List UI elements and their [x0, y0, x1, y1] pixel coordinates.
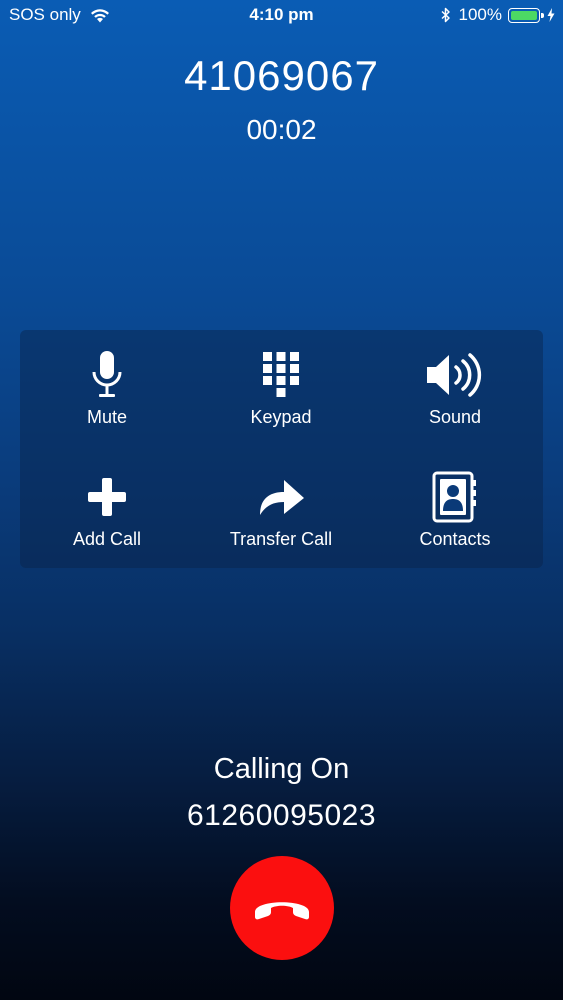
- transfer-call-button[interactable]: Transfer Call: [194, 468, 368, 550]
- battery-percent: 100%: [458, 5, 502, 24]
- battery-cap: [541, 12, 544, 18]
- calling-on-number: 61260095023: [186, 799, 377, 832]
- dialed-number: 41069067: [184, 52, 379, 99]
- contacts-book-icon: [368, 468, 542, 526]
- battery-icon: [508, 7, 544, 23]
- sound-label: Sound: [428, 407, 482, 427]
- mute-label: Mute: [86, 407, 128, 427]
- transfer-call-label: Transfer Call: [229, 529, 333, 549]
- forward-arrow-icon: [194, 468, 368, 526]
- mute-button[interactable]: Mute: [20, 346, 194, 428]
- call-screen: SOS only 4:10 pm 100% 41069067 00:02 Mut…: [0, 0, 563, 1000]
- speaker-icon: [368, 346, 542, 404]
- contacts-label: Contacts: [419, 529, 491, 549]
- end-call-button[interactable]: [230, 856, 334, 960]
- calling-on-label: Calling On: [213, 753, 350, 785]
- sound-button[interactable]: Sound: [368, 346, 542, 428]
- keypad-button[interactable]: Keypad: [194, 346, 368, 428]
- add-call-label: Add Call: [72, 529, 142, 549]
- status-right: 100%: [441, 5, 555, 25]
- hang-up-phone-icon: [255, 902, 309, 920]
- add-call-button[interactable]: Add Call: [20, 468, 194, 550]
- battery-fill: [511, 10, 537, 20]
- call-duration: 00:02: [246, 114, 317, 145]
- status-bar: SOS only 4:10 pm 100%: [0, 0, 563, 30]
- keypad-label: Keypad: [250, 407, 312, 427]
- microphone-icon: [20, 346, 194, 404]
- keypad-icon: [194, 346, 368, 404]
- call-controls-panel: Mute Keypad Sound Add Call Transfer Call…: [20, 330, 543, 568]
- bluetooth-icon: [441, 7, 450, 23]
- charging-bolt-icon: [547, 8, 555, 22]
- contacts-button[interactable]: Contacts: [368, 468, 542, 550]
- plus-icon: [20, 468, 194, 526]
